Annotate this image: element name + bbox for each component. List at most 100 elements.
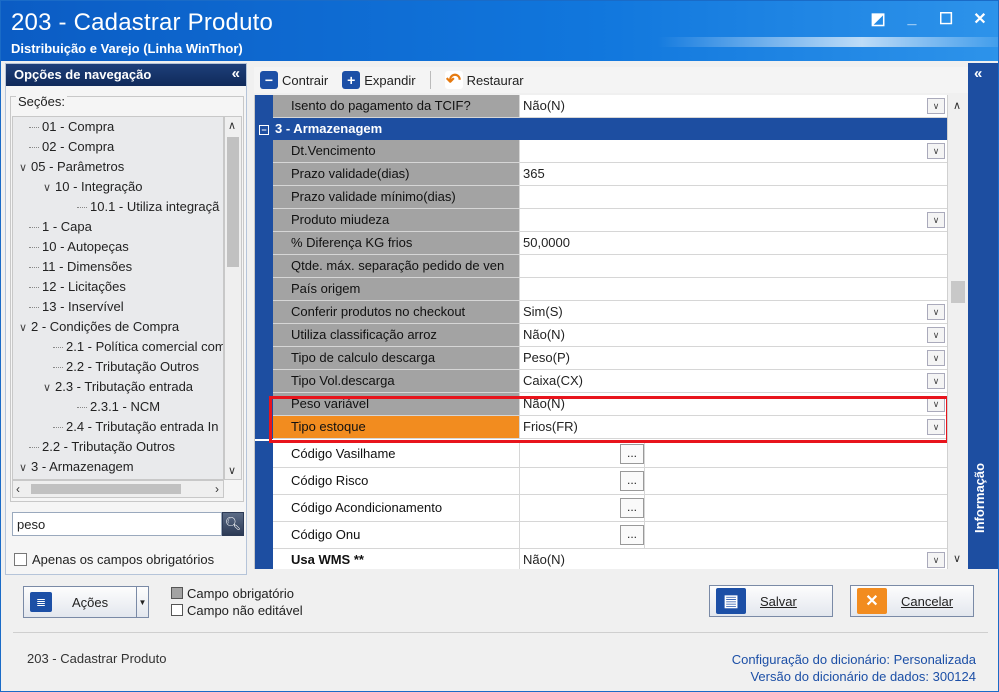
scroll-thumb[interactable] [227, 137, 239, 267]
actions-dropdown-icon[interactable]: ▼ [136, 587, 148, 617]
chevron-down-icon[interactable]: ∨ [927, 327, 945, 343]
property-value[interactable]: Não(N) ∨ [519, 324, 947, 346]
property-value[interactable]: ... [519, 468, 644, 494]
property-row[interactable]: Isento do pagamento da TCIF? Não(N) ∨ [255, 95, 947, 118]
chevron-down-icon[interactable]: ∨ [927, 552, 945, 568]
tree-item[interactable]: 2.2 - Tributação Outros [13, 357, 223, 377]
tree-item[interactable]: 10 - Autopeças [13, 237, 223, 257]
tree-item[interactable]: 2.1 - Política comercial com [13, 337, 223, 357]
chevron-down-icon[interactable]: ∨ [927, 419, 945, 435]
tree-item[interactable]: 2.2 - Tributação Outros [13, 437, 223, 457]
property-row[interactable]: Peso variável Não(N) ∨ [255, 393, 947, 416]
chevron-down-icon[interactable]: ∨ [19, 158, 31, 178]
tree-item[interactable]: 02 - Compra [13, 137, 223, 157]
checkbox-box[interactable] [14, 553, 27, 566]
tree-item[interactable]: 10.1 - Utiliza integraçã [13, 197, 223, 217]
chevron-down-icon[interactable]: ∨ [927, 143, 945, 159]
property-value[interactable]: ∨ [519, 209, 947, 231]
property-value[interactable]: ∨ [519, 140, 947, 162]
property-value[interactable] [519, 186, 947, 208]
collapse-section-icon[interactable]: − [259, 125, 269, 135]
property-row[interactable]: % Diferença KG frios 50,0000 [255, 232, 947, 255]
collapse-button[interactable]: − Contrair [260, 71, 328, 89]
property-value[interactable]: ... [519, 441, 644, 467]
tree-item[interactable]: 13 - Inservível [13, 297, 223, 317]
property-value[interactable]: Não(N) ∨ [519, 549, 947, 569]
property-row[interactable]: Código Onu... [255, 522, 947, 549]
grid-vertical-scrollbar[interactable]: ∧ ∨ [947, 95, 967, 569]
scroll-down-icon[interactable]: ∨ [953, 552, 961, 565]
property-row[interactable]: Código Acondicionamento... [255, 495, 947, 522]
chevron-down-icon[interactable]: ∨ [927, 396, 945, 412]
tree-item[interactable]: ∨ 3 - Armazenagem [13, 457, 223, 477]
property-row[interactable]: País origem [255, 278, 947, 301]
property-value[interactable]: Peso(P) ∨ [519, 347, 947, 369]
maximize-button[interactable]: ☐ [936, 9, 956, 29]
property-row[interactable]: Conferir produtos no checkout Sim(S) ∨ [255, 301, 947, 324]
save-button[interactable]: ▤ Salvar [709, 585, 833, 617]
tree-item[interactable]: ∨ 10 - Integração [13, 177, 223, 197]
property-value[interactable]: Caixa(CX) ∨ [519, 370, 947, 392]
tree-item[interactable]: ∨ 2.3 - Tributação entrada [13, 377, 223, 397]
property-row[interactable]: Dt.Vencimento ∨ [255, 140, 947, 163]
tree-item[interactable]: ∨ 2 - Condições de Compra [13, 317, 223, 337]
property-value[interactable]: Frios(FR) ∨ [519, 416, 947, 438]
scroll-right-icon[interactable]: › [215, 482, 219, 496]
grid-scroll-thumb[interactable] [951, 281, 965, 303]
restore-button[interactable]: ↶ Restaurar [444, 70, 524, 90]
property-row[interactable]: Tipo Vol.descarga Caixa(CX) ∨ [255, 370, 947, 393]
hscroll-thumb[interactable] [31, 484, 181, 494]
chevron-down-icon[interactable]: ∨ [927, 304, 945, 320]
property-value[interactable]: Não(N) ∨ [519, 95, 947, 117]
collapse-nav-icon[interactable]: « [232, 65, 240, 82]
property-value[interactable]: 365 [519, 163, 947, 185]
chevron-down-icon[interactable]: ∨ [927, 212, 945, 228]
tree-item[interactable]: 2.3.1 - NCM [13, 397, 223, 417]
scroll-down-icon[interactable]: ∨ [228, 464, 236, 477]
scroll-up-icon[interactable]: ∧ [228, 119, 236, 132]
search-input[interactable]: peso [12, 512, 222, 536]
restore-layout-icon[interactable]: ◩ [868, 9, 888, 29]
expand-button[interactable]: + Expandir [342, 71, 416, 89]
close-button[interactable]: ✕ [970, 9, 990, 29]
search-button[interactable]: 🔍︎ [222, 512, 244, 536]
lookup-button[interactable]: ... [620, 443, 644, 464]
scroll-left-icon[interactable]: ‹ [16, 482, 20, 496]
tree-item[interactable]: 01 - Compra [13, 117, 223, 137]
lookup-button[interactable]: ... [620, 524, 644, 545]
property-value[interactable]: Sim(S) ∨ [519, 301, 947, 323]
property-row[interactable]: Código Vasilhame... [255, 441, 947, 468]
tree-item[interactable]: 12 - Licitações [13, 277, 223, 297]
chevron-down-icon[interactable]: ∨ [927, 350, 945, 366]
tree-item[interactable]: ∨ 05 - Parâmetros [13, 157, 223, 177]
chevron-down-icon[interactable]: ∨ [43, 378, 55, 398]
property-value[interactable]: ... [519, 495, 644, 521]
property-value[interactable]: Não(N) ∨ [519, 393, 947, 415]
tree-vertical-scrollbar[interactable]: ∧ ∨ [224, 116, 242, 480]
chevron-down-icon[interactable]: ∨ [19, 318, 31, 338]
property-row[interactable]: Utiliza classificação arroz Não(N) ∨ [255, 324, 947, 347]
property-row[interactable]: Prazo validade mínimo(dias) [255, 186, 947, 209]
chevron-down-icon[interactable]: ∨ [927, 373, 945, 389]
actions-button[interactable]: ≣ Ações ▼ [23, 586, 149, 618]
lookup-button[interactable]: ... [620, 470, 644, 491]
tree-item[interactable]: 11 - Dimensões [13, 257, 223, 277]
property-value[interactable]: ... [519, 522, 644, 548]
property-value[interactable]: 50,0000 [519, 232, 947, 254]
required-only-checkbox[interactable]: Apenas os campos obrigatórios [14, 552, 214, 567]
property-value[interactable] [519, 255, 947, 277]
expand-info-icon[interactable]: « [974, 65, 982, 82]
scroll-up-icon[interactable]: ∧ [953, 99, 961, 112]
chevron-down-icon[interactable]: ∨ [43, 178, 55, 198]
lookup-button[interactable]: ... [620, 497, 644, 518]
information-panel[interactable]: « Informação [968, 63, 998, 569]
tree-horizontal-scrollbar[interactable]: ‹ › [12, 480, 224, 498]
property-row[interactable]: Qtde. máx. separação pedido de ven [255, 255, 947, 278]
tree-item[interactable]: 2.4 - Tributação entrada In [13, 417, 223, 437]
property-row[interactable]: Tipo estoque Frios(FR) ∨ [255, 416, 947, 439]
property-row[interactable]: Usa WMS ** Não(N) ∨ [255, 549, 947, 569]
property-value[interactable] [519, 278, 947, 300]
property-row[interactable]: Tipo de calculo descarga Peso(P) ∨ [255, 347, 947, 370]
property-row[interactable]: Código Risco... [255, 468, 947, 495]
property-row[interactable]: Produto miudeza ∨ [255, 209, 947, 232]
